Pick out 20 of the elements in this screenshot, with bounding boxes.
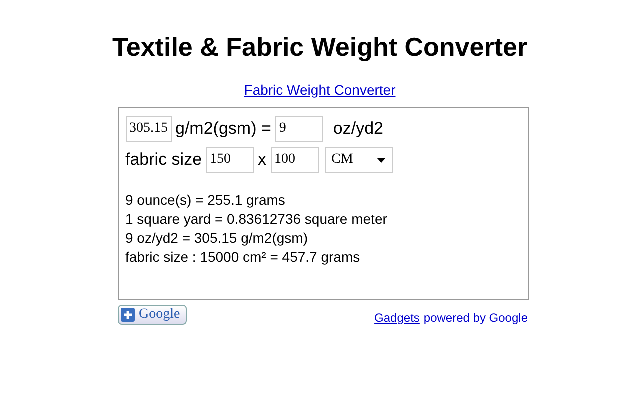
result-line: 9 ounce(s) = 255.1 grams: [126, 191, 286, 210]
result-line: fabric size : 15000 cm² = 457.7 grams: [126, 248, 362, 267]
fabric-size-label: fabric size: [126, 150, 202, 170]
page-title: Textile & Fabric Weight Converter: [112, 32, 528, 63]
plus-icon: [121, 308, 135, 322]
times-label: x: [258, 150, 267, 170]
oz-label: oz/yd2: [333, 119, 384, 139]
gsm-label: g/m2(gsm) =: [176, 119, 272, 139]
caret-icon: [376, 158, 386, 162]
converter-link[interactable]: Fabric Weight Converter: [244, 82, 396, 98]
gsm-field[interactable]: 305.15: [126, 116, 172, 142]
powered-by-text: powered by Google: [424, 311, 528, 325]
gadgets-link[interactable]: Gadgets: [374, 311, 420, 325]
oz-field[interactable]: 9: [275, 116, 324, 142]
width-field[interactable]: 150: [206, 147, 254, 173]
result-line: 1 square yard = 0.83612736 square meter: [126, 210, 388, 229]
result-line: 9 oz/yd2 = 305.15 g/m2(gsm): [126, 229, 309, 248]
add-to-google-button[interactable]: Google: [118, 305, 188, 325]
unit-dropdown[interactable]: CM: [324, 147, 393, 173]
height-field[interactable]: 100: [270, 147, 319, 173]
